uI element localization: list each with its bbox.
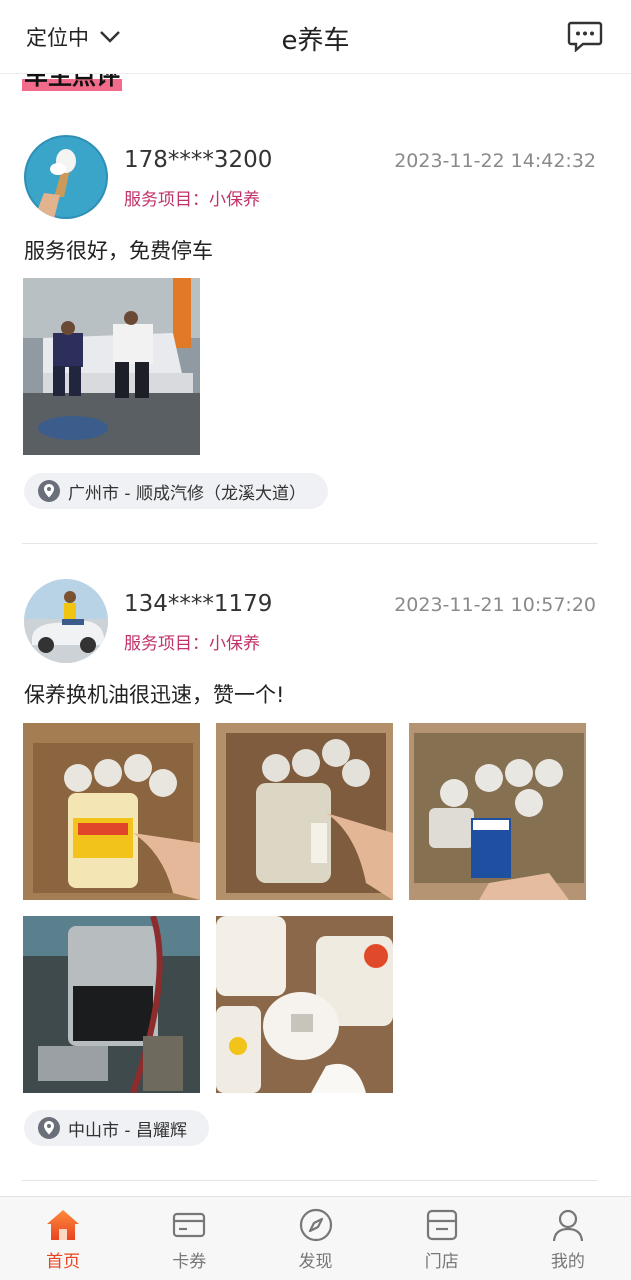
card-icon [173, 1212, 206, 1238]
review-comment: 服务很好，免费停车 [24, 239, 213, 263]
tab-label: 卡券 [172, 1252, 207, 1272]
location-text: 广州市 - 顺成汽修（龙溪大道） [68, 483, 306, 504]
bottom-tab-bar: 首页 卡券 发现 门店 我的 [0, 1196, 631, 1280]
app-title: e养车 [281, 26, 350, 56]
tab-discover[interactable]: 发现 [252, 1197, 378, 1280]
tab-stores[interactable]: 门店 [379, 1197, 505, 1280]
divider [22, 543, 598, 544]
review-photo[interactable] [23, 278, 200, 455]
message-icon[interactable] [567, 20, 603, 52]
top-header: 定位中 e养车 [0, 0, 631, 74]
review-datetime: 2023-11-22 14:42:32 [394, 150, 596, 172]
review-photo[interactable] [23, 723, 200, 900]
tab-mine[interactable]: 我的 [505, 1197, 631, 1280]
review-location[interactable]: 广州市 - 顺成汽修（龙溪大道） [24, 473, 328, 509]
tab-cards[interactable]: 卡券 [126, 1197, 252, 1280]
location-text: 中山市 - 昌耀辉 [68, 1120, 187, 1141]
review-location[interactable]: 中山市 - 昌耀辉 [24, 1110, 209, 1146]
avatar[interactable] [24, 579, 108, 663]
tab-label: 首页 [46, 1252, 81, 1272]
tab-label: 门店 [424, 1252, 459, 1272]
store-icon [426, 1209, 457, 1241]
tab-label: 发现 [298, 1252, 333, 1272]
home-icon [47, 1210, 80, 1240]
review-user: 178****3200 [124, 147, 273, 173]
tab-label: 我的 [550, 1252, 585, 1272]
review-feed[interactable]: 车主点评 178****3200 2023-11-22 14:42:32 服务项… [0, 74, 631, 1196]
tab-home[interactable]: 首页 [0, 1197, 126, 1280]
compass-icon [299, 1208, 332, 1242]
divider [22, 1180, 598, 1181]
location-pin-icon [38, 1117, 60, 1139]
review-photo[interactable] [216, 723, 393, 900]
review-photo[interactable] [409, 723, 586, 900]
review-service: 服务项目：小保养 [124, 190, 260, 210]
section-title: 车主点评 [22, 74, 122, 91]
location-pin-icon [38, 480, 60, 502]
user-icon [552, 1209, 584, 1242]
review-datetime: 2023-11-21 10:57:20 [394, 594, 596, 616]
review-service: 服务项目：小保养 [124, 634, 260, 654]
review-photo[interactable] [23, 916, 200, 1093]
avatar[interactable] [24, 135, 108, 219]
review-comment: 保养换机油很迅速，赞一个! [24, 683, 285, 707]
review-user: 134****1179 [124, 591, 273, 617]
review-photo[interactable] [216, 916, 393, 1093]
